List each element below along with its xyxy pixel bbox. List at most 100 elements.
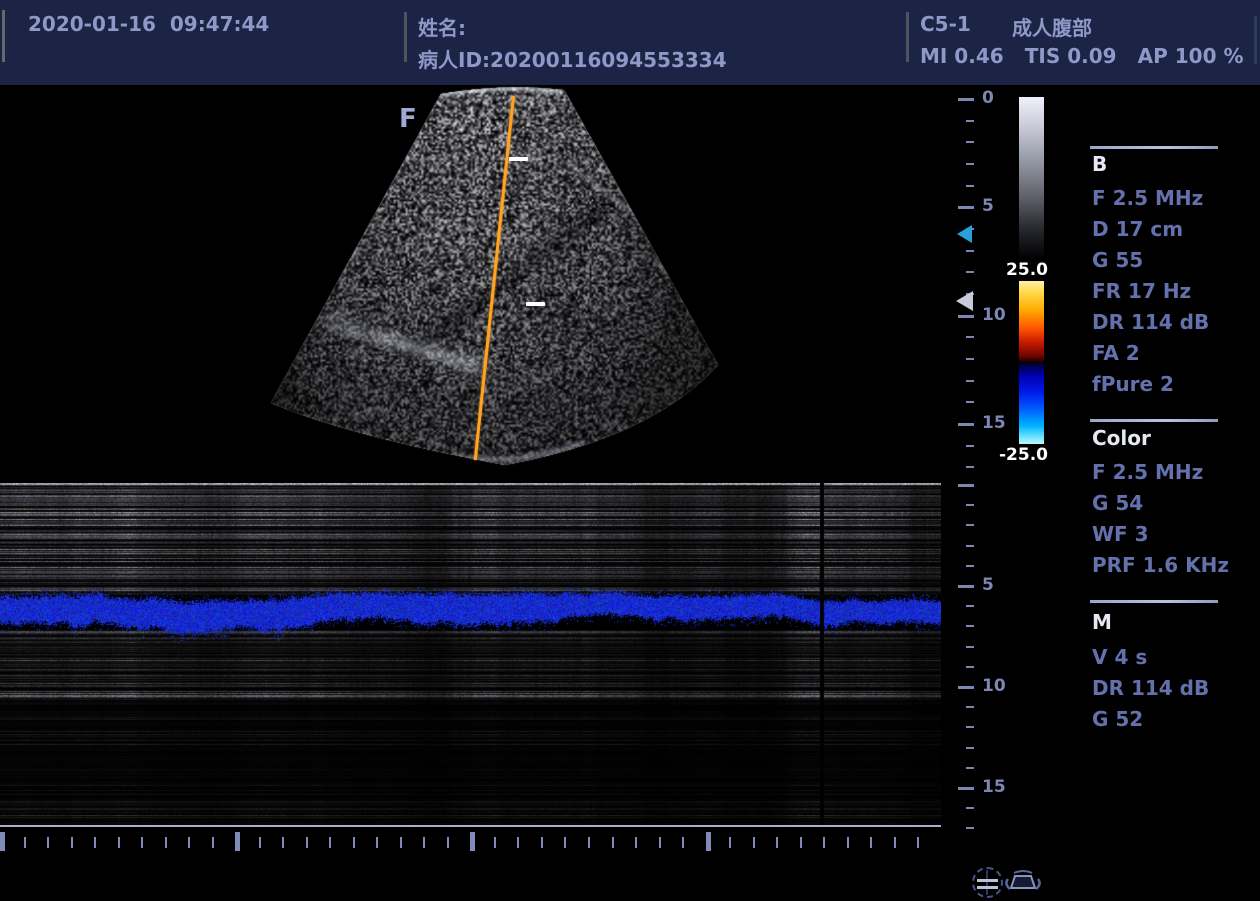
time-tick — [823, 837, 825, 848]
time-tick — [447, 837, 449, 848]
m-cursor-icon-gate2 — [977, 886, 998, 889]
ruler-tick — [966, 706, 974, 708]
time-tick — [870, 837, 872, 848]
ruler-tick — [966, 250, 974, 252]
section-title-color: Color — [1092, 426, 1151, 450]
time-tick — [235, 832, 240, 851]
time-tick — [165, 837, 167, 848]
time-tick — [141, 837, 143, 848]
ruler-tick — [966, 336, 974, 338]
param-color-prf: PRF 1.6 KHz — [1092, 553, 1229, 577]
acoustic-output-row: MI 0.46 TIS 0.09 AP 100 % — [920, 44, 1244, 68]
header-right-accent — [1254, 16, 1257, 64]
ruler-tick — [966, 185, 974, 187]
time-tick — [517, 837, 519, 848]
ruler-tick — [966, 120, 974, 122]
ruler-tick — [966, 666, 974, 668]
ruler-tick — [966, 141, 974, 143]
color-scale-max-label: 25.0 — [1000, 260, 1048, 280]
time-tick — [776, 837, 778, 848]
param-b-gain: G 55 — [1092, 248, 1143, 272]
exam-preset-label: 成人腹部 — [1012, 12, 1092, 41]
tis-value: TIS 0.09 — [1025, 44, 1117, 68]
m-focus-marker[interactable] — [956, 291, 973, 311]
m-gate-marker-upper[interactable] — [509, 157, 528, 161]
panel-separator-m — [1090, 600, 1218, 603]
ruler-tick — [966, 524, 974, 526]
m-cursor-icon[interactable] — [972, 867, 1003, 898]
patient-id-label: 病人ID:20200116094553334 — [418, 44, 727, 73]
ruler-tick — [958, 686, 974, 689]
header-left-accent — [2, 10, 5, 62]
ruler-tick — [966, 271, 974, 273]
ruler-tick — [966, 625, 974, 627]
time-tick — [353, 837, 355, 848]
ruler-tick — [966, 445, 974, 447]
time-tick — [800, 837, 802, 848]
header-bar: 2020-01-16 09:47:44 姓名: 病人ID:20200116094… — [0, 0, 1260, 85]
time-tick — [259, 837, 261, 848]
ruler-tick — [958, 206, 974, 209]
datetime-label: 2020-01-16 09:47:44 — [28, 12, 269, 36]
time-tick — [71, 837, 73, 848]
param-b-fa: FA 2 — [1092, 341, 1140, 365]
time-tick — [847, 837, 849, 848]
time-tick — [753, 837, 755, 848]
ruler-label: 15 — [982, 777, 1006, 797]
time-tick — [659, 837, 661, 848]
ruler-tick — [966, 466, 974, 468]
header-separator-2 — [906, 12, 909, 62]
ruler-tick — [966, 807, 974, 809]
time-tick — [612, 837, 614, 848]
time-tick — [282, 837, 284, 848]
ruler-tick — [966, 504, 974, 506]
param-color-frequency: F 2.5 MHz — [1092, 460, 1203, 484]
m-cursor-icon-line — [986, 870, 988, 895]
ruler-tick — [958, 787, 974, 790]
time-tick — [94, 837, 96, 848]
param-m-sweep-speed: V 4 s — [1092, 645, 1147, 669]
ruler-label: 0 — [982, 88, 994, 108]
param-b-fpure: fPure 2 — [1092, 372, 1174, 396]
ruler-tick — [958, 423, 974, 426]
focus-marker[interactable] — [957, 225, 972, 243]
param-color-wall-filter: WF 3 — [1092, 522, 1149, 546]
ruler-tick — [966, 747, 974, 749]
param-b-dynamic-range: DR 114 dB — [1092, 310, 1209, 334]
patient-name-label: 姓名: — [418, 12, 466, 41]
time-tick — [329, 837, 331, 848]
ruler-label: 5 — [982, 196, 994, 216]
ruler-tick — [966, 605, 974, 607]
ruler-tick — [966, 401, 974, 403]
time-tick — [47, 837, 49, 848]
param-m-dynamic-range: DR 114 dB — [1092, 676, 1209, 700]
time-tick — [24, 837, 26, 848]
ruler-tick — [958, 484, 974, 487]
time-tick — [541, 837, 543, 848]
time-tick — [212, 837, 214, 848]
ruler-label: 15 — [982, 413, 1006, 433]
time-tick — [400, 837, 402, 848]
time-tick — [682, 837, 684, 848]
ruler-tick — [958, 98, 974, 101]
ap-value: AP 100 % — [1138, 44, 1244, 68]
time-tick — [118, 837, 120, 848]
probe-orientation-icon[interactable] — [1002, 868, 1044, 898]
probe-model-label: C5-1 — [920, 12, 971, 36]
ruler-tick — [958, 315, 974, 318]
param-color-gain: G 54 — [1092, 491, 1143, 515]
param-b-depth: D 17 cm — [1092, 217, 1183, 241]
time-tick — [494, 837, 496, 848]
time-tick — [894, 837, 896, 848]
ruler-tick — [966, 827, 974, 829]
ruler-tick — [966, 163, 974, 165]
ruler-tick — [958, 585, 974, 588]
param-b-framerate: FR 17 Hz — [1092, 279, 1191, 303]
b-depth-ruler: 051015 — [955, 95, 1005, 480]
header-separator — [404, 12, 407, 62]
m-cursor-icon-gate — [977, 879, 998, 882]
m-depth-ruler: 51015 — [955, 483, 1005, 835]
m-gate-marker-lower[interactable] — [526, 302, 545, 306]
time-tick — [470, 832, 475, 851]
ultrasound-screen: 2020-01-16 09:47:44 姓名: 病人ID:20200116094… — [0, 0, 1260, 901]
